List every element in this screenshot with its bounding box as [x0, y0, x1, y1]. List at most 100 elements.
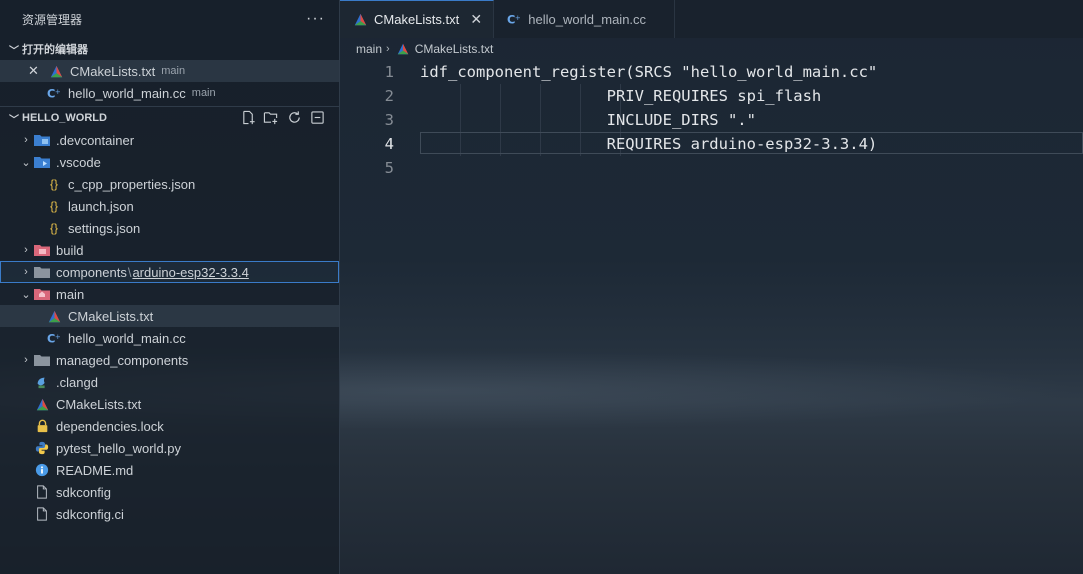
more-actions-button[interactable]: ···: [306, 10, 325, 28]
workspace-label: HELLO_WORLD: [22, 112, 107, 124]
code-editor[interactable]: 1 idf_component_register(SRCS "hello_wor…: [340, 60, 1083, 574]
tree-item-pytest[interactable]: pytest_hello_world.py: [0, 437, 339, 459]
tree-item-launch-json[interactable]: {} launch.json: [0, 195, 339, 217]
breadcrumb-folder[interactable]: main: [356, 42, 382, 56]
tree-item-label: README.md: [56, 462, 134, 478]
tree-item-sdkconfig[interactable]: sdkconfig: [0, 481, 339, 503]
breadcrumb: main › CMakeLists.txt: [340, 38, 1083, 60]
tree-item-devcontainer[interactable]: › .devcontainer: [0, 129, 339, 151]
collapse-all-icon[interactable]: [309, 109, 325, 125]
svg-text:+: +: [515, 14, 521, 22]
tab-label: CMakeLists.txt: [374, 12, 460, 27]
open-editor-label: hello_world_main.cc: [68, 85, 186, 101]
tree-item-label: dependencies.lock: [56, 418, 164, 434]
tab-cmakelists[interactable]: CMakeLists.txt ✕: [340, 0, 495, 38]
chevron-down-icon: ﹀: [9, 45, 19, 57]
code-text: REQUIRES arduino-esp32-3.3.4): [420, 135, 878, 153]
tree-item-label: components: [56, 264, 127, 280]
chevron-right-icon: ›: [386, 43, 390, 55]
tree-item-hello-world-main[interactable]: C + hello_world_main.cc: [0, 327, 339, 349]
tree-item-label: CMakeLists.txt: [68, 308, 154, 324]
tree-item-managed-components[interactable]: › managed_components: [0, 349, 339, 371]
open-editor-cmakelists[interactable]: ✕ CMakeLists.txt main: [0, 60, 339, 82]
tab-label: hello_world_main.cc: [528, 11, 647, 27]
tree-item-cmakelists[interactable]: CMakeLists.txt: [0, 393, 339, 415]
explorer-header: 资源管理器 ···: [0, 0, 339, 38]
cpp-icon: C +: [506, 11, 522, 27]
chevron-down-icon: ﹀: [9, 114, 19, 126]
code-text: idf_component_register(SRCS "hello_world…: [420, 63, 878, 81]
tree-item-dependencies-lock[interactable]: dependencies.lock: [0, 415, 339, 437]
new-file-icon[interactable]: [240, 109, 256, 125]
cmake-icon: [34, 396, 50, 412]
tree-item-label: c_cpp_properties.json: [68, 176, 196, 192]
code-text: INCLUDE_DIRS ".": [420, 111, 756, 129]
json-icon: {}: [49, 199, 58, 213]
tree-item-label: .clangd: [56, 374, 98, 390]
tree-item-label: settings.json: [68, 220, 141, 236]
chevron-right-icon: ›: [24, 134, 28, 146]
tab-hello-world-main[interactable]: C + hello_world_main.cc: [494, 0, 676, 38]
tree-item-vscode[interactable]: ⌄ .vscode: [0, 151, 339, 173]
tree-item-main-cmakelists[interactable]: CMakeLists.txt: [0, 305, 339, 327]
tree-item-label: sdkconfig.ci: [56, 506, 124, 522]
folder-devcontainer-icon: [34, 132, 50, 148]
open-editors-label: 打开的编辑器: [22, 44, 88, 56]
tree-item-settings-json[interactable]: {} settings.json: [0, 217, 339, 239]
svg-text:+: +: [55, 88, 61, 96]
tree-item-label: main: [56, 286, 85, 302]
code-line-current: 4 REQUIRES arduino-esp32-3.3.4): [340, 132, 1083, 156]
code-line: 2 PRIV_REQUIRES spi_flash: [340, 84, 1083, 108]
refresh-icon[interactable]: [286, 109, 302, 125]
tree-item-label: CMakeLists.txt: [56, 396, 142, 412]
breadcrumb-file[interactable]: CMakeLists.txt: [415, 42, 494, 56]
folder-icon: [34, 264, 50, 280]
open-editor-desc: main: [191, 87, 216, 99]
cmake-icon: [46, 308, 62, 324]
line-number: 1: [384, 63, 394, 81]
tree-item-main[interactable]: ⌄ main: [0, 283, 339, 305]
tree-item-compact-label[interactable]: arduino-esp32-3.3.4: [132, 265, 248, 280]
explorer-actions: [240, 109, 325, 125]
close-icon[interactable]: ✕: [28, 63, 42, 79]
tree-item-sdkconfig-ci[interactable]: sdkconfig.ci: [0, 503, 339, 525]
tree-item-label: launch.json: [68, 198, 134, 214]
line-number: 4: [384, 135, 394, 153]
folder-build-icon: [34, 242, 50, 258]
folder-main-icon: [34, 286, 50, 302]
tree-item-label: hello_world_main.cc: [68, 330, 186, 346]
workspace-section[interactable]: ﹀ HELLO_WORLD: [0, 107, 339, 129]
chevron-right-icon: ›: [24, 244, 28, 256]
path-separator: \: [127, 264, 132, 280]
tree-item-label: build: [56, 242, 84, 258]
tree-item-readme[interactable]: README.md: [0, 459, 339, 481]
file-icon: [34, 506, 50, 522]
tree-item-build[interactable]: › build: [0, 239, 339, 261]
line-number: 5: [384, 159, 394, 177]
line-number: 2: [384, 87, 394, 105]
cmake-icon: [48, 63, 64, 79]
tree-item-label: pytest_hello_world.py: [56, 440, 182, 456]
json-icon: {}: [49, 177, 58, 191]
tree-item-components[interactable]: › components \ arduino-esp32-3.3.4: [0, 261, 339, 283]
cmake-icon: [352, 12, 368, 28]
new-folder-icon[interactable]: [263, 109, 279, 125]
tree-item-clangd[interactable]: .clangd: [0, 371, 339, 393]
tree-item-c-cpp-properties[interactable]: {} c_cpp_properties.json: [0, 173, 339, 195]
open-editor-desc: main: [161, 65, 186, 77]
tree-item-label: sdkconfig: [56, 484, 111, 500]
chevron-down-icon: ⌄: [21, 288, 31, 301]
info-icon: [34, 462, 50, 478]
line-number: 3: [384, 111, 394, 129]
chevron-down-icon: ⌄: [21, 156, 31, 169]
file-icon: [34, 484, 50, 500]
open-editors-section[interactable]: ﹀ 打开的编辑器: [0, 38, 339, 60]
code-text: PRIV_REQUIRES spi_flash: [420, 87, 822, 105]
chevron-right-icon: ›: [24, 354, 28, 366]
code-line: 5: [340, 156, 1083, 180]
open-editor-hello-world-main[interactable]: C + hello_world_main.cc main: [0, 82, 339, 104]
cmake-icon: [396, 42, 410, 56]
open-editor-label: CMakeLists.txt: [70, 63, 156, 79]
svg-text:+: +: [55, 333, 61, 341]
close-icon[interactable]: ✕: [469, 11, 483, 28]
